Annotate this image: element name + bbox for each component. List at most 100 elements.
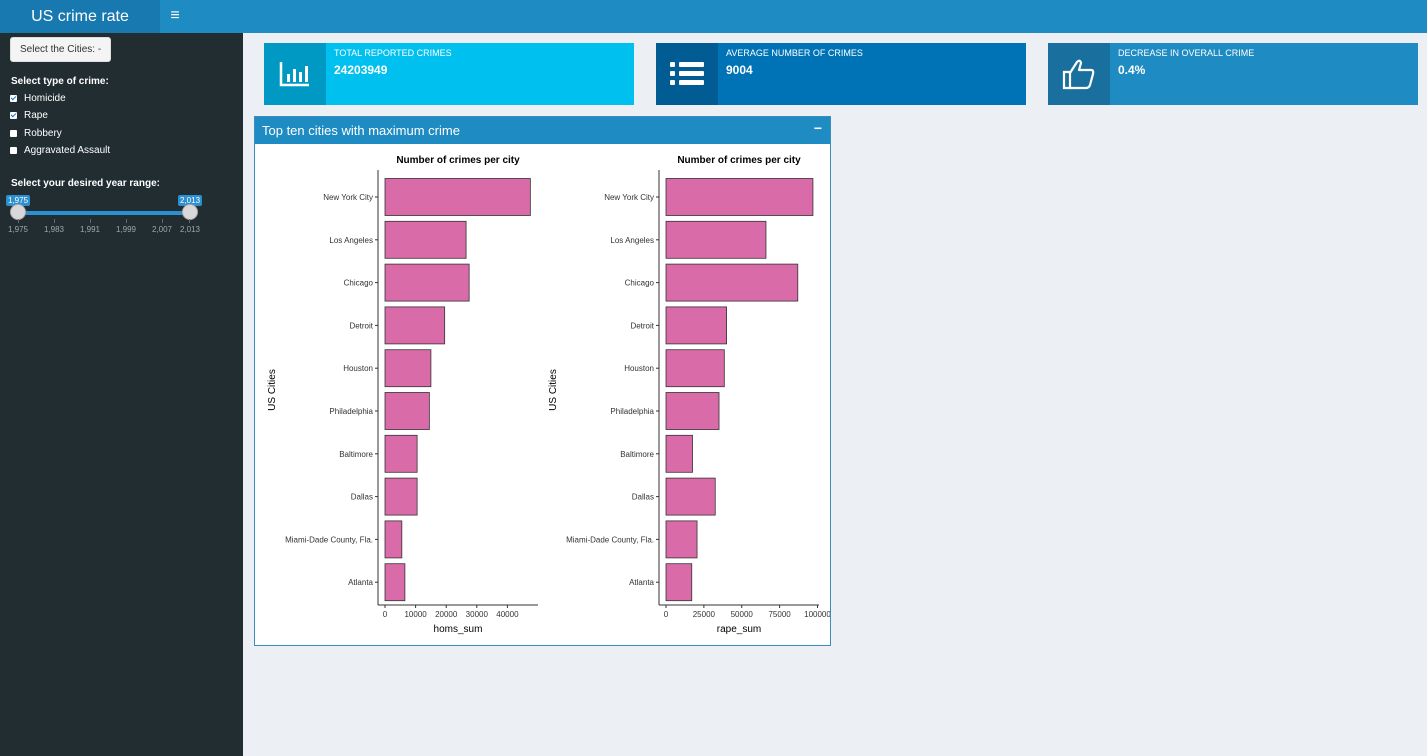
value-box-title: TOTAL REPORTED CRIMES	[334, 48, 452, 58]
bar	[384, 563, 406, 602]
x-tick-label: 50000	[731, 610, 754, 619]
slider-tick-label: 1,983	[43, 225, 65, 234]
x-axis-label: homs_sum	[434, 624, 483, 635]
x-tick-label: 0	[383, 610, 388, 619]
bar-chart-icon	[264, 43, 326, 105]
bar	[665, 263, 799, 302]
slider-tick	[189, 219, 190, 223]
panel-header: Top ten cities with maximum crime −	[255, 117, 830, 144]
y-tick-label: Miami-Dade County, Fla.	[285, 535, 373, 544]
aggravated-assault-checkbox[interactable]	[10, 147, 17, 154]
select-cities-button[interactable]: Select the Cities: -	[10, 37, 112, 62]
x-tick-label: 20000	[435, 610, 458, 619]
y-tick-label: Los Angeles	[610, 236, 654, 245]
chart-title: Number of crimes per city	[396, 155, 520, 166]
x-tick-label: 30000	[466, 610, 489, 619]
bar	[384, 263, 470, 302]
y-tick-label: Miami-Dade County, Fla.	[566, 535, 654, 544]
list-icon	[656, 43, 718, 105]
thumbs-up-icon	[1048, 43, 1110, 105]
slider-tick	[54, 219, 55, 223]
bar	[384, 220, 467, 259]
value-box-value: 9004	[726, 63, 753, 77]
hamburger-icon[interactable]: ≡	[163, 0, 187, 33]
top-cities-panel: Top ten cities with maximum crime − Numb…	[254, 116, 831, 646]
bar	[384, 392, 430, 430]
robbery-checkbox[interactable]	[10, 130, 17, 137]
panel-title: Top ten cities with maximum crime	[262, 123, 460, 138]
bar	[384, 178, 531, 216]
y-tick-label: New York City	[604, 193, 654, 202]
bar	[665, 306, 727, 345]
x-tick-label: 100000	[804, 610, 830, 619]
app-title[interactable]: US crime rate analysis	[0, 0, 160, 58]
crime-type-robbery[interactable]: Robbery	[10, 128, 62, 139]
slider-tick-label: 2,013	[179, 225, 201, 234]
value-box-title: DECREASE IN OVERALL CRIME	[1118, 48, 1255, 58]
value-box-value: 0.4%	[1118, 63, 1146, 77]
rape-checkbox[interactable]	[10, 112, 17, 119]
x-tick-label: 40000	[496, 610, 519, 619]
y-tick-label: Philadelphia	[329, 407, 373, 416]
y-tick-label: Baltimore	[620, 450, 654, 459]
bar	[665, 434, 693, 473]
x-tick-label: 0	[664, 610, 669, 619]
homicide-checkbox[interactable]	[10, 95, 17, 102]
year-range-label: Select your desired year range:	[11, 178, 160, 189]
y-axis-label: US Cities	[267, 369, 278, 411]
slider-track[interactable]	[18, 211, 190, 215]
y-tick-label: Atlanta	[629, 578, 654, 587]
slider-tick-label: 1,975	[7, 225, 29, 234]
slider-min-handle[interactable]	[10, 204, 26, 220]
bar	[665, 563, 693, 602]
bar	[665, 392, 720, 430]
x-tick-label: 75000	[768, 610, 791, 619]
y-tick-label: Houston	[343, 364, 373, 373]
slider-tick	[126, 219, 127, 223]
bar	[665, 220, 767, 259]
bar	[665, 520, 698, 559]
y-tick-label: Houston	[624, 364, 654, 373]
slider-tick-label: 1,999	[115, 225, 137, 234]
y-tick-label: Dallas	[632, 493, 654, 502]
app-header: US crime rate analysis ≡	[0, 0, 1427, 58]
y-tick-label: Dallas	[351, 493, 373, 502]
bar	[384, 520, 403, 559]
crime-type-homicide[interactable]: Homicide	[10, 93, 66, 104]
slider-max-handle[interactable]	[182, 204, 198, 220]
year-range-slider[interactable]: 1,975 2,013 1,975 1,983 1,991 1,999 2,00…	[0, 193, 243, 238]
homicide-label: Homicide	[24, 93, 66, 104]
slider-tick	[18, 219, 19, 223]
bar	[384, 349, 432, 388]
crime-type-rape[interactable]: Rape	[10, 110, 48, 121]
slider-tick-label: 2,007	[151, 225, 173, 234]
y-tick-label: Atlanta	[348, 578, 373, 587]
value-box-title: AVERAGE NUMBER OF CRIMES	[726, 48, 863, 58]
bar	[384, 477, 418, 516]
collapse-button[interactable]: −	[814, 120, 822, 136]
y-tick-label: Detroit	[349, 321, 373, 330]
value-box-total-crimes: TOTAL REPORTED CRIMES 24203949	[264, 43, 634, 105]
y-tick-label: Chicago	[625, 279, 655, 288]
y-tick-label: New York City	[323, 193, 373, 202]
slider-tick-label: 1,991	[79, 225, 101, 234]
slider-tick	[162, 219, 163, 223]
crime-charts: Number of crimes per city New York City Lo…	[267, 155, 830, 635]
rape-label: Rape	[24, 110, 48, 121]
y-tick-label: Los Angeles	[329, 236, 373, 245]
y-tick-label: Baltimore	[339, 450, 373, 459]
y-tick-label: Chicago	[344, 279, 374, 288]
chart-title: Number of crimes per city	[677, 155, 801, 166]
robbery-label: Robbery	[24, 128, 62, 139]
y-tick-label: Philadelphia	[610, 407, 654, 416]
value-box-value: 24203949	[334, 63, 388, 77]
value-box-average-crimes: AVERAGE NUMBER OF CRIMES 9004	[656, 43, 1026, 105]
y-axis-label: US Cities	[548, 369, 559, 411]
x-tick-label: 10000	[404, 610, 427, 619]
aggravated-assault-label: Aggravated Assault	[24, 145, 111, 156]
bar	[665, 349, 725, 388]
crime-type-label: Select type of crime:	[11, 76, 109, 87]
x-axis-label: rape_sum	[717, 624, 761, 635]
sidebar: Select the Cities: - Select type of crim…	[0, 33, 243, 756]
crime-type-aggravated-assault[interactable]: Aggravated Assault	[10, 145, 110, 156]
